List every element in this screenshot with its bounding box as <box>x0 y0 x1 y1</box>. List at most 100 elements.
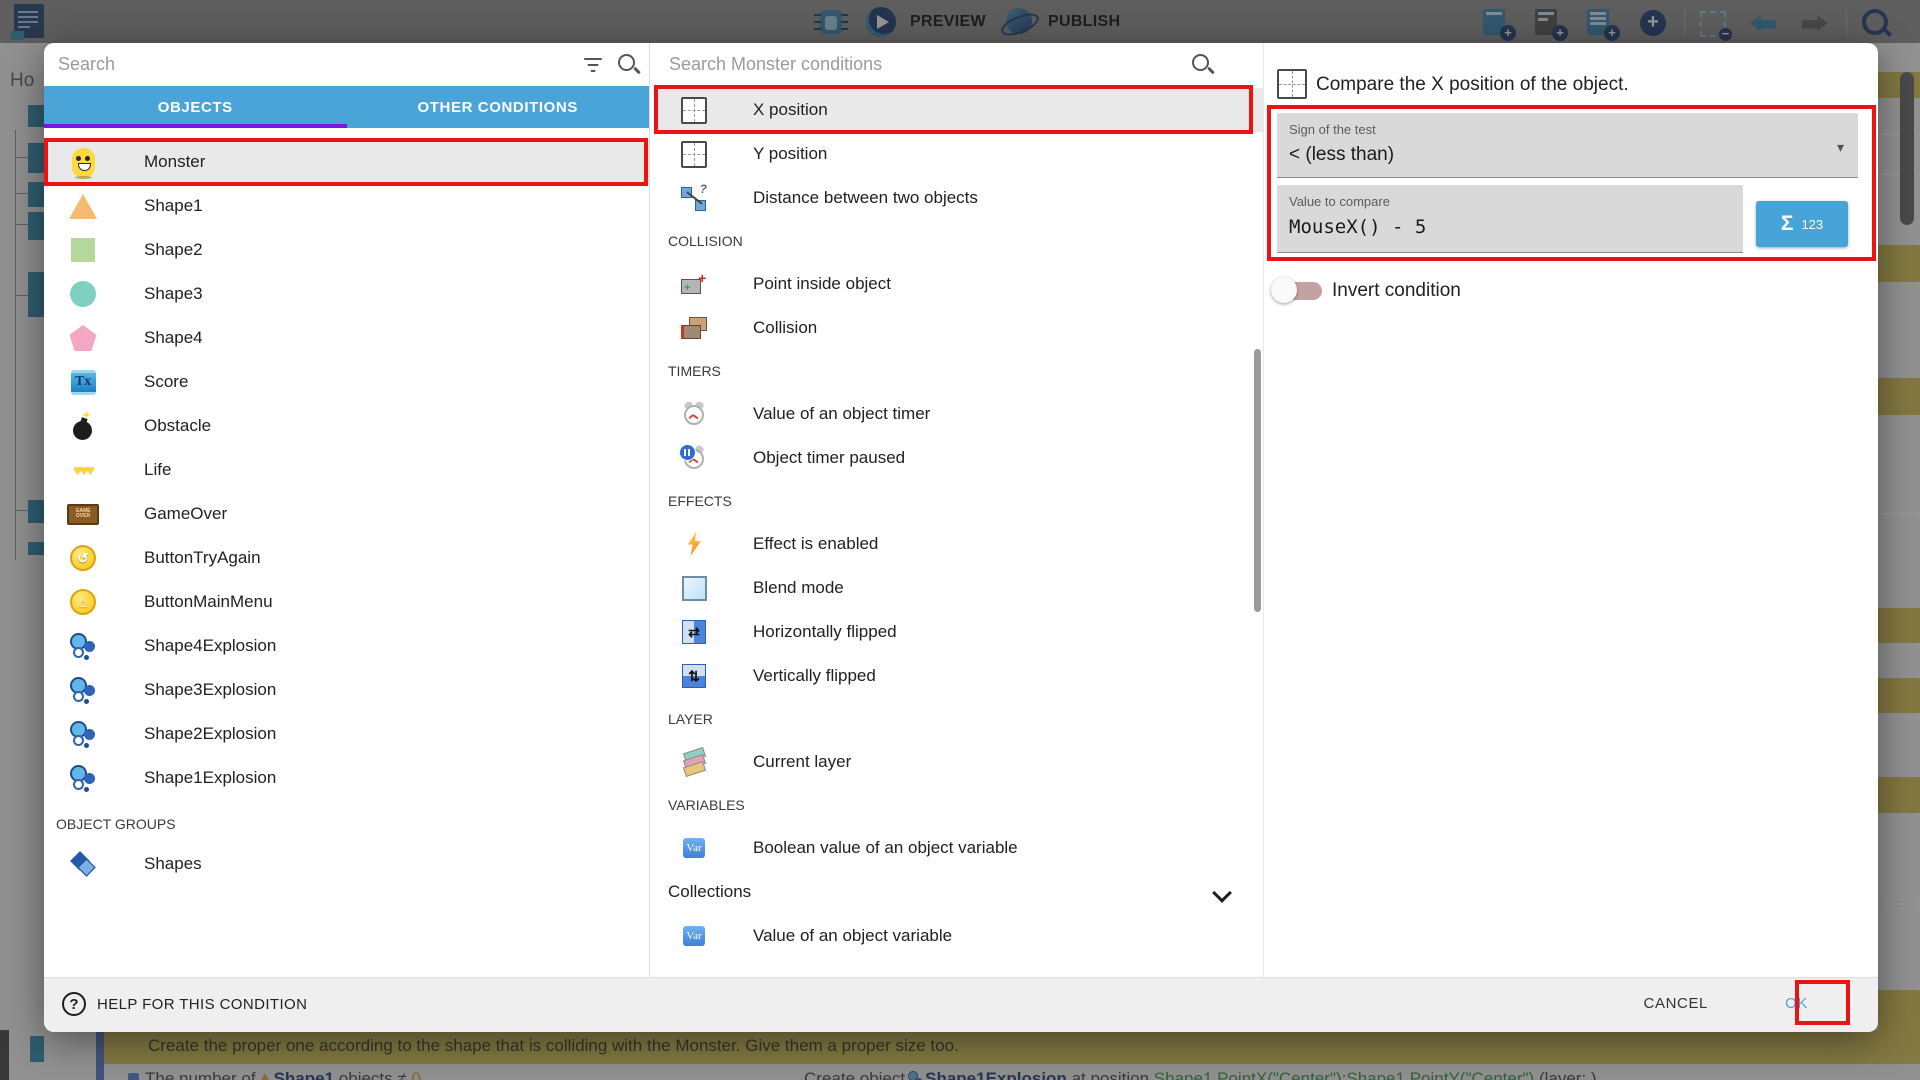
tab-label: OTHER CONDITIONS <box>418 99 578 116</box>
value-to-compare-field[interactable]: Value to compare MouseX() - 5 <box>1277 185 1743 253</box>
condition-item-collision[interactable]: Collision <box>655 306 1263 350</box>
cancel-button[interactable]: CANCEL <box>1644 995 1708 1012</box>
tab-other-conditions[interactable]: OTHER CONDITIONS <box>347 86 650 128</box>
condition-item-boolean-variable[interactable]: Var Boolean value of an object variable <box>655 826 1263 870</box>
object-item-buttonmainmenu[interactable]: ⌂ ButtonMainMenu <box>44 580 649 624</box>
condition-item-x-position[interactable]: X position <box>655 88 1263 132</box>
condition-editor-dialog: OBJECTS OTHER CONDITIONS Monster Shape1 <box>44 43 1878 1032</box>
object-item-shape1[interactable]: Shape1 <box>44 184 649 228</box>
object-label: Shape4Explosion <box>144 636 276 656</box>
condition-item-blend-mode[interactable]: Blend mode <box>655 566 1263 610</box>
object-item-obstacle[interactable]: Obstacle <box>44 404 649 448</box>
object-groups-header: OBJECT GROUPS <box>44 806 649 842</box>
sigma-badge: 123 <box>1801 217 1823 232</box>
objects-search-input[interactable] <box>44 43 649 86</box>
value-to-compare-label: Value to compare <box>1289 194 1390 209</box>
group-icon <box>70 851 96 877</box>
expression-builder-button[interactable]: Σ 123 <box>1756 201 1848 247</box>
collision-icon <box>681 316 707 340</box>
condition-item-effect-enabled[interactable]: Effect is enabled <box>655 522 1263 566</box>
sign-of-test-select[interactable]: Sign of the test < (less than) ▾ <box>1277 113 1858 178</box>
condition-description: Compare the X position of the object. <box>1316 74 1629 96</box>
condition-item-y-position[interactable]: Y position <box>655 132 1263 176</box>
condition-label: Y position <box>753 144 827 164</box>
object-item-shape4[interactable]: Shape4 <box>44 316 649 360</box>
chevron-down-icon[interactable] <box>1212 883 1232 903</box>
condition-item-collections[interactable]: Collections <box>655 870 1263 914</box>
condition-section-timers: TIMERS <box>655 350 1263 392</box>
condition-section-layer: LAYER <box>655 698 1263 740</box>
object-item-monster[interactable]: Monster <box>44 140 649 184</box>
condition-section-variables: VARIABLES <box>655 784 1263 826</box>
object-item-life[interactable]: ♥♥♥ Life <box>44 448 649 492</box>
object-item-shape3explosion[interactable]: Shape3Explosion <box>44 668 649 712</box>
condition-item-timer-value[interactable]: Value of an object timer <box>655 392 1263 436</box>
object-item-shape3[interactable]: Shape3 <box>44 272 649 316</box>
condition-section-collision: COLLISION <box>655 220 1263 262</box>
object-label: ButtonMainMenu <box>144 592 273 612</box>
layers-icon <box>681 749 707 775</box>
gameover-icon: GAME OVER <box>67 504 99 525</box>
condition-label: Object timer paused <box>753 448 905 468</box>
condition-item-current-layer[interactable]: Current layer <box>655 740 1263 784</box>
condition-item-point-inside[interactable]: ++ Point inside object <box>655 262 1263 306</box>
square-icon <box>71 238 95 262</box>
tab-label: OBJECTS <box>158 99 233 116</box>
objects-panel: OBJECTS OTHER CONDITIONS Monster Shape1 <box>44 43 649 978</box>
object-label: Shape1 <box>144 196 203 216</box>
dropdown-caret-icon: ▾ <box>1837 139 1844 156</box>
object-item-buttontryagain[interactable]: ↺ ButtonTryAgain <box>44 536 649 580</box>
object-label: Shape3 <box>144 284 203 304</box>
condition-item-vertically-flipped[interactable]: ⇅ Vertically flipped <box>655 654 1263 698</box>
object-item-shape2explosion[interactable]: Shape2Explosion <box>44 712 649 756</box>
position-icon <box>681 141 707 168</box>
position-icon <box>681 97 707 124</box>
objects-search-row <box>44 43 649 86</box>
condition-item-distance[interactable]: ? Distance between two objects <box>655 176 1263 220</box>
object-label: Shape3Explosion <box>144 680 276 700</box>
conditions-search-input[interactable] <box>655 43 1263 86</box>
object-label: Shape2 <box>144 240 203 260</box>
object-item-shape1explosion[interactable]: Shape1Explosion <box>44 756 649 800</box>
ok-button[interactable]: OK <box>1785 995 1808 1012</box>
object-item-shape4explosion[interactable]: Shape4Explosion <box>44 624 649 668</box>
search-icon <box>1191 53 1215 77</box>
point-inside-icon: ++ <box>681 272 707 296</box>
condition-label: Value of an object variable <box>753 926 952 946</box>
condition-item-timer-paused[interactable]: Object timer paused <box>655 436 1263 480</box>
timer-icon <box>682 402 706 426</box>
condition-label: Distance between two objects <box>753 188 978 208</box>
help-button[interactable]: ? HELP FOR THIS CONDITION <box>62 992 307 1016</box>
object-item-gameover[interactable]: GAME OVER GameOver <box>44 492 649 536</box>
help-label: HELP FOR THIS CONDITION <box>97 996 307 1013</box>
conditions-panel: X position Y position ? Distance between… <box>655 43 1263 978</box>
invert-toggle-knob[interactable] <box>1271 277 1297 303</box>
condition-item-horizontally-flipped[interactable]: ⇄ Horizontally flipped <box>655 610 1263 654</box>
condition-label: Current layer <box>753 752 851 772</box>
condition-label: Horizontally flipped <box>753 622 897 642</box>
flip-vertical-icon: ⇅ <box>682 664 706 688</box>
condition-label: Collision <box>753 318 817 338</box>
object-item-score[interactable]: Tx Score <box>44 360 649 404</box>
blend-icon <box>682 576 707 601</box>
value-to-compare-value: MouseX() - 5 <box>1289 216 1426 238</box>
distance-icon: ? <box>681 185 707 211</box>
tab-objects[interactable]: OBJECTS <box>44 86 347 128</box>
condition-item-variable-value[interactable]: Var Value of an object variable <box>655 914 1263 958</box>
variable-icon: Var <box>683 838 705 858</box>
condition-label: X position <box>753 100 828 120</box>
lightning-icon <box>686 532 703 556</box>
conditions-scrollbar-thumb[interactable] <box>1254 349 1261 612</box>
sign-of-test-label: Sign of the test <box>1289 122 1376 137</box>
filter-icon[interactable] <box>583 57 603 73</box>
object-item-shapes-group[interactable]: Shapes <box>44 842 649 886</box>
object-label: Shape1Explosion <box>144 768 276 788</box>
object-item-shape2[interactable]: Shape2 <box>44 228 649 272</box>
screen: PREVIEW PUBLISH + + + + − Ho <box>0 0 1920 1080</box>
text-object-icon: Tx <box>71 370 96 395</box>
invert-condition-label: Invert condition <box>1332 280 1461 302</box>
position-icon <box>1277 69 1307 99</box>
condition-label: Vertically flipped <box>753 666 876 686</box>
condition-label: Value of an object timer <box>753 404 930 424</box>
object-label: GameOver <box>144 504 227 524</box>
